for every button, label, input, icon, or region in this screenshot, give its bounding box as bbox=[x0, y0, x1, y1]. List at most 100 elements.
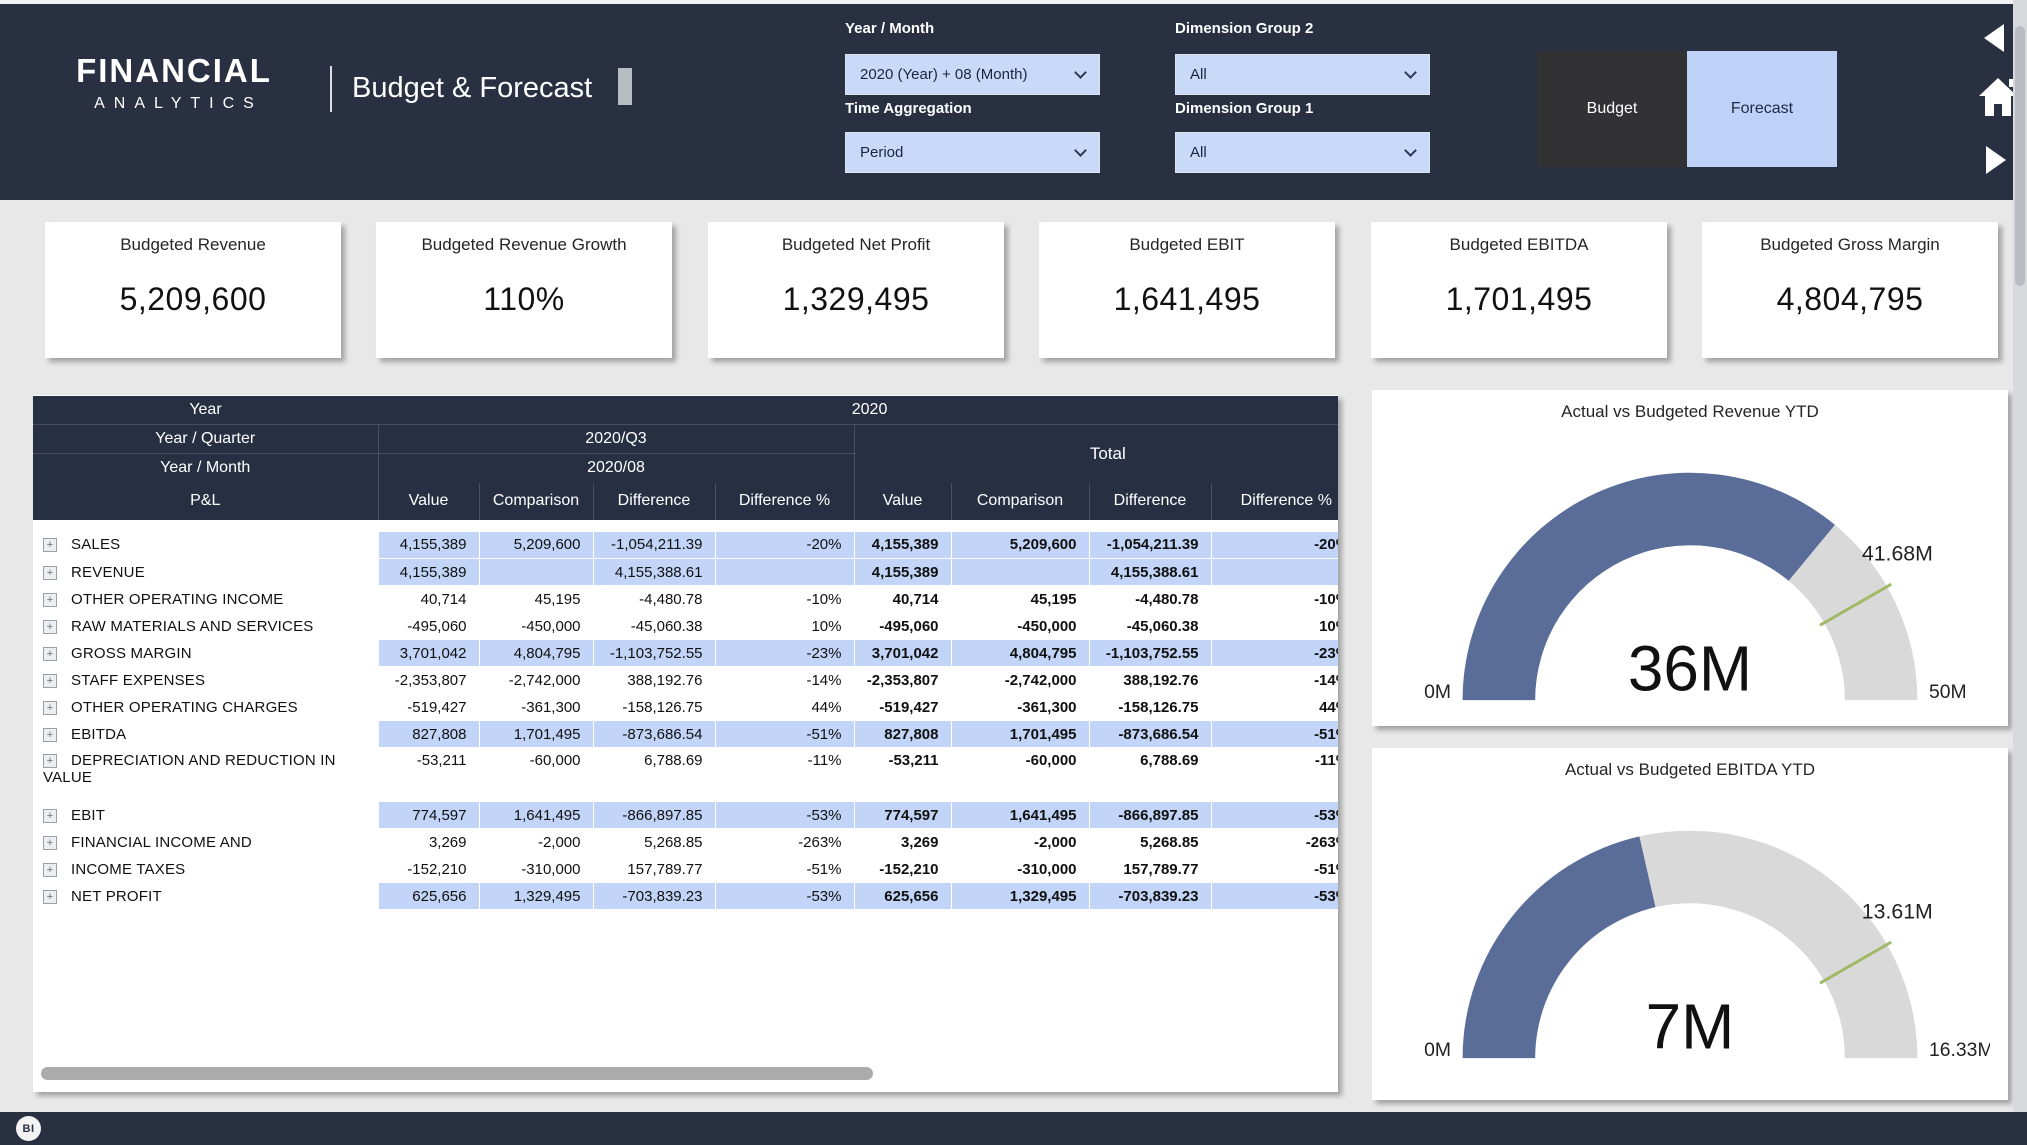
cell: -11% bbox=[714, 747, 854, 802]
cell: 4,804,795 bbox=[478, 639, 593, 667]
expand-icon[interactable]: + bbox=[43, 619, 57, 634]
table-row: + OTHER OPERATING INCOME 40,714 45,195 -4,48… bbox=[33, 585, 1338, 613]
header-total-label: Total bbox=[853, 424, 1338, 483]
expand-icon[interactable]: + bbox=[43, 862, 57, 877]
cell: -152,210 bbox=[377, 855, 479, 883]
expand-icon[interactable]: + bbox=[43, 835, 57, 850]
expand-icon[interactable]: + bbox=[43, 538, 57, 553]
expand-icon[interactable]: + bbox=[43, 727, 57, 742]
cell: -23% bbox=[1210, 639, 1338, 667]
gauge-value-label: 7M bbox=[1646, 990, 1735, 1062]
column-header: Value bbox=[853, 482, 951, 520]
cell: 6,788.69 bbox=[1088, 747, 1211, 802]
row-label-cell: + EBIT bbox=[33, 801, 378, 829]
row-label: SALES bbox=[71, 536, 121, 554]
cell: -10% bbox=[1210, 585, 1338, 613]
home-icon[interactable] bbox=[1978, 76, 2018, 118]
gauge-target-label: 41.68M bbox=[1862, 541, 1933, 565]
table-row: + OTHER OPERATING CHARGES -519,427 -361,300… bbox=[33, 693, 1338, 721]
logo-text-analytics: ANALYTICS bbox=[94, 95, 263, 112]
cell: 44% bbox=[714, 693, 854, 721]
kpi-card-budgeted-revenue-growth: Budgeted Revenue Growth 110% bbox=[376, 222, 672, 358]
year-month-dropdown[interactable]: 2020 (Year) + 08 (Month) bbox=[845, 54, 1100, 95]
column-header: Difference % bbox=[714, 482, 854, 520]
forward-arrow-icon[interactable] bbox=[1986, 146, 2006, 174]
kpi-value: 5,209,600 bbox=[119, 281, 267, 317]
gauge-value-label: 36M bbox=[1628, 632, 1752, 704]
nav-icons bbox=[1978, 18, 2018, 174]
cell: 4,155,389 bbox=[377, 531, 479, 559]
expand-icon[interactable]: + bbox=[43, 700, 57, 715]
cell: -361,300 bbox=[478, 693, 593, 721]
row-label-cell: + EBITDA bbox=[33, 720, 378, 748]
expand-icon[interactable]: + bbox=[43, 673, 57, 688]
year-month-label: Year / Month bbox=[845, 20, 935, 37]
cell: -60,000 bbox=[950, 747, 1089, 802]
kpi-card-budgeted-ebit: Budgeted EBIT 1,641,495 bbox=[1039, 222, 1335, 358]
app-logo: FINANCIAL ANALYTICS bbox=[58, 52, 290, 113]
row-label-cell: + FINANCIAL INCOME AND bbox=[33, 828, 378, 856]
table-row: + REVENUE 4,155,389 4,155,388.61 4,155,389 4,… bbox=[33, 558, 1338, 586]
dimension-group-1-value: All bbox=[1190, 144, 1207, 161]
dimension-group-1-label: Dimension Group 1 bbox=[1175, 100, 1314, 117]
cell: 5,268.85 bbox=[1088, 828, 1211, 856]
kpi-title: Budgeted EBIT bbox=[1129, 235, 1245, 254]
gauge-fill-arc bbox=[1462, 836, 1656, 1059]
dimension-group-2-dropdown[interactable]: All bbox=[1175, 54, 1430, 95]
row-label-cell: + OTHER OPERATING CHARGES bbox=[33, 693, 378, 721]
cell: -519,427 bbox=[853, 693, 951, 721]
year-month-value: 2020 (Year) + 08 (Month) bbox=[860, 66, 1028, 83]
cell: -2,000 bbox=[478, 828, 593, 856]
cell: 40,714 bbox=[853, 585, 951, 613]
cell: 1,701,495 bbox=[950, 720, 1089, 748]
expand-icon[interactable]: + bbox=[43, 808, 57, 823]
cell: 5,209,600 bbox=[950, 531, 1089, 559]
expand-icon[interactable]: + bbox=[43, 889, 57, 904]
horizontal-scrollbar[interactable] bbox=[41, 1067, 873, 1080]
cell: 4,155,389 bbox=[377, 558, 479, 586]
cell: 10% bbox=[1210, 612, 1338, 640]
cell: -310,000 bbox=[478, 855, 593, 883]
back-arrow-icon[interactable] bbox=[1984, 24, 2004, 52]
column-header: Comparison bbox=[950, 482, 1089, 520]
bi-badge[interactable]: BI bbox=[16, 1116, 41, 1141]
kpi-title: Budgeted Revenue Growth bbox=[421, 235, 627, 254]
dimension-group-1-dropdown[interactable]: All bbox=[1175, 132, 1430, 173]
cell: 625,656 bbox=[853, 882, 951, 910]
time-aggregation-dropdown[interactable]: Period bbox=[845, 132, 1100, 173]
cell: -1,054,211.39 bbox=[592, 531, 715, 559]
forecast-button[interactable]: Forecast bbox=[1687, 51, 1837, 167]
cell: 1,641,495 bbox=[478, 801, 593, 829]
budget-button[interactable]: Budget bbox=[1537, 51, 1687, 167]
cell: 3,701,042 bbox=[377, 639, 479, 667]
expand-icon[interactable]: + bbox=[43, 592, 57, 607]
text-cursor bbox=[618, 68, 632, 105]
column-header: Difference bbox=[1088, 482, 1211, 520]
cell: 827,808 bbox=[853, 720, 951, 748]
gauge-max-label: 50M bbox=[1929, 681, 1967, 703]
kpi-value: 110% bbox=[483, 281, 565, 317]
page-scrollbar-thumb[interactable] bbox=[2015, 26, 2025, 286]
chevron-down-icon bbox=[1074, 144, 1087, 157]
cell: -873,686.54 bbox=[1088, 720, 1211, 748]
expand-icon[interactable]: + bbox=[43, 754, 57, 769]
kpi-card-budgeted-ebitda: Budgeted EBITDA 1,701,495 bbox=[1371, 222, 1667, 358]
page-title: Budget & Forecast bbox=[352, 72, 593, 104]
time-aggregation-label: Time Aggregation bbox=[845, 100, 972, 117]
header-year-value: 2020 bbox=[378, 395, 1338, 425]
cell: -51% bbox=[1210, 720, 1338, 748]
expand-icon[interactable]: + bbox=[43, 565, 57, 580]
kpi-title: Budgeted EBITDA bbox=[1449, 235, 1589, 254]
cell: -2,742,000 bbox=[950, 666, 1089, 694]
page-scrollbar[interactable] bbox=[2013, 0, 2027, 1112]
cell: 4,804,795 bbox=[950, 639, 1089, 667]
expand-icon[interactable]: + bbox=[43, 646, 57, 661]
cell: -263% bbox=[1210, 828, 1338, 856]
cell: 5,209,600 bbox=[478, 531, 593, 559]
row-label: NET PROFIT bbox=[71, 887, 162, 905]
status-bar: BI bbox=[0, 1112, 2027, 1145]
kpi-title: Budgeted Revenue bbox=[120, 235, 266, 254]
row-label: GROSS MARGIN bbox=[71, 644, 192, 662]
cell bbox=[950, 558, 1089, 586]
row-label: OTHER OPERATING CHARGES bbox=[71, 698, 298, 716]
